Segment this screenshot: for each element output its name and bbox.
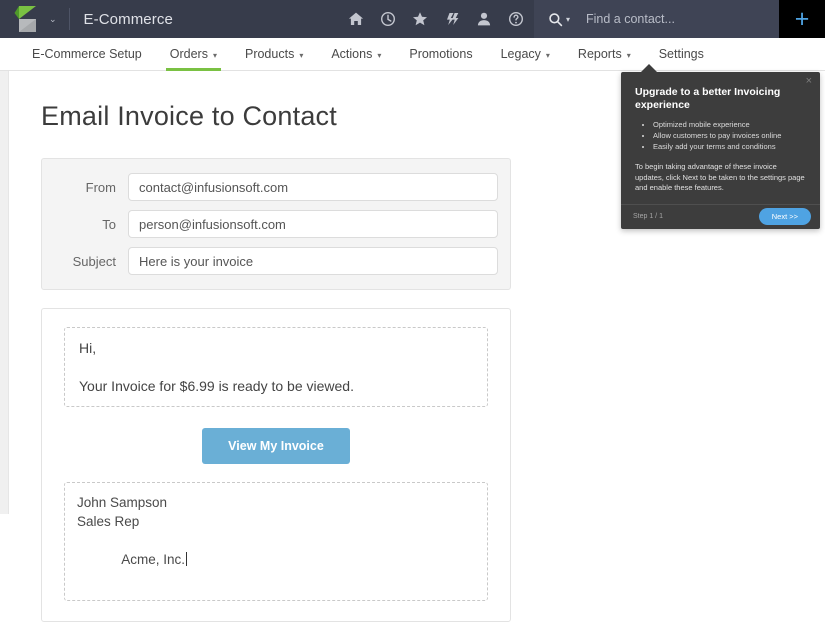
coachmark-next-button[interactable]: Next >>: [758, 208, 811, 225]
nav-label: Products: [244, 47, 295, 61]
email-body-line: Your Invoice for $6.99 is ready to be vi…: [79, 378, 354, 394]
nav-item-ecommerce-setup[interactable]: E-Commerce Setup: [18, 38, 156, 70]
email-body-panel: Hi, Your Invoice for $6.99 is ready to b…: [41, 308, 511, 622]
form-row-to: To: [42, 210, 498, 238]
chevron-down-icon: ▾: [377, 50, 382, 60]
view-my-invoice-button[interactable]: View My Invoice: [202, 428, 350, 464]
subject-input[interactable]: [128, 247, 498, 275]
nav-item-legacy[interactable]: Legacy ▾: [487, 38, 564, 70]
email-fields-panel: From To Subject: [41, 158, 511, 290]
chevron-down-icon: ▾: [626, 50, 631, 60]
form-row-from: From: [42, 173, 498, 201]
coachmark-body-text: To begin taking advantage of these invoi…: [635, 162, 805, 192]
list-item: Allow customers to pay invoices online: [653, 131, 806, 141]
nav-item-actions[interactable]: Actions ▾: [317, 38, 395, 70]
logo-dropdown-caret-icon[interactable]: ⌄: [49, 14, 57, 24]
logo-area[interactable]: ⌄ E-Commerce: [0, 0, 173, 38]
star-icon[interactable]: [411, 11, 428, 28]
clock-icon[interactable]: [379, 11, 396, 28]
header-icon-group: [347, 11, 534, 28]
application-window: ⌄ E-Commerce ▾ Find a contact... + E-Com…: [0, 0, 825, 622]
from-label: From: [85, 179, 116, 195]
list-item: Optimized mobile experience: [653, 120, 806, 130]
nav-label: Legacy: [500, 47, 541, 61]
home-icon[interactable]: [347, 11, 364, 28]
upgrade-coachmark: × Upgrade to a better Invoicing experien…: [621, 64, 820, 229]
main-navigation: E-Commerce Setup Orders ▾ Products ▾ Act…: [0, 38, 825, 71]
subject-label: Subject: [72, 253, 116, 269]
search-input[interactable]: [584, 11, 749, 27]
search-scope-caret-icon[interactable]: ▾: [566, 15, 570, 24]
chevron-down-icon: ▾: [212, 50, 217, 60]
app-title: E-Commerce: [83, 10, 173, 28]
list-item: Easily add your terms and conditions: [653, 142, 806, 152]
form-row-subject: Subject: [42, 247, 498, 275]
cta-row: View My Invoice: [64, 428, 488, 464]
plus-icon: +: [794, 4, 810, 33]
chevron-down-icon: ▾: [545, 50, 550, 60]
header-divider: [68, 8, 70, 30]
top-header-bar: ⌄ E-Commerce ▾ Find a contact... +: [0, 0, 825, 38]
nav-item-promotions[interactable]: Promotions: [395, 38, 486, 70]
coachmark-footer: Step 1 / 1 Next >>: [621, 203, 820, 229]
signature-line-name: John Sampson: [77, 495, 168, 510]
nav-label: Reports: [577, 47, 622, 61]
coachmark-content: Upgrade to a better Invoicing experience…: [621, 72, 820, 204]
from-input[interactable]: [128, 173, 498, 201]
person-icon[interactable]: [475, 11, 492, 28]
coachmark-step-indicator: Step 1 / 1: [633, 213, 663, 220]
search-icon[interactable]: ▾: [548, 12, 570, 27]
add-button[interactable]: +: [779, 0, 825, 38]
to-label: To: [102, 216, 116, 232]
signature-line-role: Sales Rep: [77, 514, 140, 529]
nav-label: Actions: [331, 47, 373, 61]
flash-icon[interactable]: [443, 11, 460, 28]
infusionsoft-logo-icon: [14, 4, 40, 34]
nav-item-orders[interactable]: Orders ▾: [156, 38, 231, 71]
coachmark-benefits-list: Optimized mobile experience Allow custom…: [635, 120, 806, 152]
coachmark-pointer: [640, 64, 658, 73]
nav-label: Promotions: [409, 47, 473, 61]
text-cursor: [186, 552, 188, 566]
close-icon[interactable]: ×: [806, 76, 812, 87]
nav-label: Settings: [658, 47, 704, 61]
signature-company-text: Acme, Inc.: [121, 552, 186, 567]
chevron-down-icon: ▾: [299, 50, 304, 60]
help-icon[interactable]: [507, 11, 524, 28]
email-greeting: Hi,: [79, 340, 97, 356]
email-signature-editable[interactable]: John Sampson Sales Rep Acme, Inc.: [64, 482, 488, 601]
nav-item-reports[interactable]: Reports ▾: [564, 38, 645, 70]
coachmark-title: Upgrade to a better Invoicing experience: [635, 86, 781, 111]
left-rail: [0, 71, 9, 514]
contact-search-area[interactable]: ▾: [534, 0, 779, 38]
signature-line-company: Acme, Inc.: [77, 531, 475, 588]
nav-label: Orders: [169, 47, 208, 61]
email-message-editable[interactable]: Hi, Your Invoice for $6.99 is ready to b…: [64, 327, 488, 407]
nav-item-products[interactable]: Products ▾: [231, 38, 317, 70]
nav-label: E-Commerce Setup: [32, 47, 142, 61]
to-input[interactable]: [128, 210, 498, 238]
